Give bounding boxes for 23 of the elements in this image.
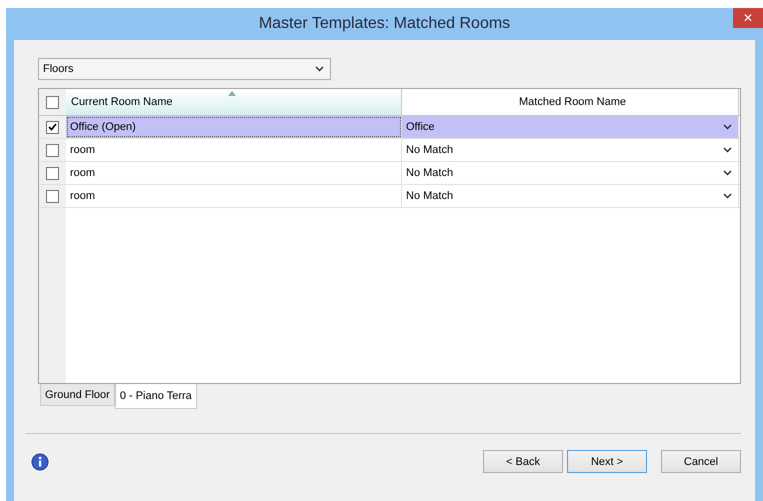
chevron-down-icon bbox=[723, 124, 732, 130]
checkbox[interactable] bbox=[46, 190, 59, 202]
close-button[interactable]: ✕ bbox=[733, 8, 763, 28]
dialog-button[interactable]: Cancel bbox=[661, 450, 741, 473]
match-dropdown[interactable]: Office bbox=[402, 116, 739, 138]
chevron-down-icon bbox=[723, 147, 732, 153]
checkbox[interactable] bbox=[46, 120, 59, 134]
sort-arrow-icon bbox=[228, 91, 236, 96]
window-title: Master Templates: Matched Rooms bbox=[258, 15, 510, 33]
dialog-button[interactable]: < Back bbox=[483, 450, 563, 473]
checkbox[interactable] bbox=[46, 144, 59, 156]
tab[interactable]: Ground Floor bbox=[40, 384, 115, 406]
table-cell: Office (Open) bbox=[66, 116, 402, 138]
dialog-button[interactable]: Next > bbox=[567, 450, 647, 473]
info-icon[interactable] bbox=[31, 452, 49, 470]
level-dropdown[interactable]: Floors bbox=[38, 58, 331, 80]
checkbox[interactable] bbox=[46, 96, 59, 108]
chevron-down-icon bbox=[315, 66, 324, 72]
column-header[interactable]: Current Room Name bbox=[66, 89, 402, 115]
chevron-down-icon bbox=[723, 193, 732, 199]
chevron-down-icon bbox=[723, 170, 732, 176]
tab[interactable]: 0 - Piano Terra bbox=[114, 383, 197, 409]
checkbox[interactable] bbox=[46, 166, 59, 180]
